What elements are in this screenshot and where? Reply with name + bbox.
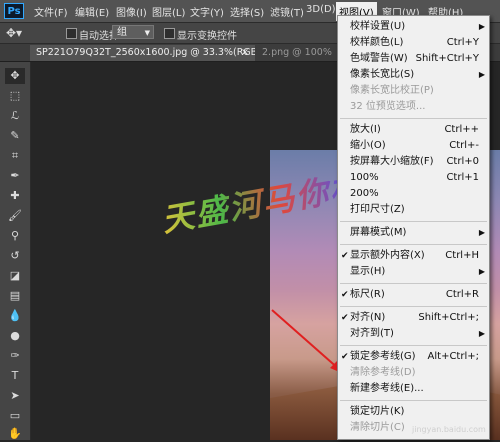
brush-tool-icon[interactable]: 🖌 — [5, 208, 25, 224]
menu-type[interactable]: 文字(Y) — [190, 4, 224, 19]
auto-select-dropdown[interactable]: 组 ▼ — [112, 25, 154, 39]
eyedropper-tool-icon[interactable]: ✒ — [5, 168, 25, 184]
submenu-arrow-icon: ▶ — [478, 22, 485, 31]
menu-file[interactable]: 文件(F) — [34, 4, 68, 19]
marquee-tool-icon[interactable]: ⬚ — [5, 88, 25, 104]
show-transform-checkbox[interactable] — [164, 28, 175, 39]
path-selection-tool-icon[interactable]: ➤ — [5, 388, 25, 404]
menu-layer[interactable]: 图层(L) — [152, 4, 185, 19]
menu-edit[interactable]: 编辑(E) — [75, 4, 109, 19]
menu-item-print-size[interactable]: 打印尺寸(Z) — [338, 202, 489, 218]
photoshop-logo: Ps — [4, 3, 24, 19]
checkmark-icon: ✔ — [341, 313, 349, 323]
menu-item-fit-on-screen[interactable]: 按屏幕大小缩放(F) Ctrl+0 — [338, 154, 489, 170]
menu-item-200-percent[interactable]: 200% — [338, 186, 489, 202]
show-transform-label: 显示变换控件 — [177, 31, 237, 42]
tab-second-document[interactable]: 2.png @ 100% — [262, 45, 342, 61]
healing-brush-tool-icon[interactable]: ✚ — [5, 188, 25, 204]
checkmark-icon: ✔ — [341, 352, 349, 362]
menu-separator — [340, 244, 487, 245]
menu-item-lock-guides[interactable]: ✔ 锁定参考线(G) Alt+Ctrl+; — [338, 349, 489, 365]
menu-item-pixel-aspect-correction: 像素长宽比校正(P) — [350, 85, 434, 96]
tools-panel: ✥ ⬚ ℒ ✎ ⌗ ✒ ✚ 🖌 ⚲ ↺ ◪ ▤ 💧 ● ✑ T ➤ ▭ ✋ — [0, 62, 31, 440]
menu-item-extras[interactable]: ✔ 显示额外内容(X) Ctrl+H — [338, 248, 489, 264]
footer-watermark: jingyan.baidu.com — [412, 425, 486, 434]
menu-item-proof-colors[interactable]: 校样颜色(L) Ctrl+Y — [338, 35, 489, 51]
menu-select[interactable]: 选择(S) — [230, 4, 264, 19]
menu-separator — [340, 400, 487, 401]
crop-tool-icon[interactable]: ⌗ — [5, 148, 25, 164]
chevron-down-icon: ▼ — [144, 29, 150, 37]
move-tool-preset-icon[interactable]: ✥▾ — [6, 26, 22, 40]
submenu-arrow-icon: ▶ — [478, 329, 485, 338]
menu-item-clear-guides: 清除参考线(D) — [350, 367, 416, 378]
submenu-arrow-icon: ▶ — [478, 228, 485, 237]
lasso-tool-icon[interactable]: ℒ — [5, 108, 25, 124]
menu-item-proof-setup[interactable]: 校样设置(U) ▶ — [338, 19, 489, 35]
menu-separator — [340, 306, 487, 307]
type-tool-icon[interactable]: T — [5, 368, 25, 384]
blur-tool-icon[interactable]: 💧 — [5, 308, 25, 324]
menu-item-zoom-in[interactable]: 放大(I) Ctrl++ — [338, 122, 489, 138]
menu-item-rulers[interactable]: ✔ 标尺(R) Ctrl+R — [338, 287, 489, 303]
checkmark-icon: ✔ — [341, 290, 349, 300]
menu-filter[interactable]: 滤镜(T) — [270, 4, 304, 19]
menu-image[interactable]: 图像(I) — [116, 4, 147, 19]
auto-select-value: 组 — [117, 27, 127, 38]
menu-separator — [340, 221, 487, 222]
menu-item-screen-mode[interactable]: 屏幕模式(M) ▶ — [338, 225, 489, 241]
gradient-tool-icon[interactable]: ▤ — [5, 288, 25, 304]
menu-item-32bit-preview: 32 位预览选项... — [350, 101, 426, 112]
menu-item-gamut-warning[interactable]: 色域警告(W) Shift+Ctrl+Y — [338, 51, 489, 67]
menu-item-snap[interactable]: ✔ 对齐(N) Shift+Ctrl+; — [338, 310, 489, 326]
menu-separator — [340, 283, 487, 284]
menu-3d[interactable]: 3D(D) — [306, 4, 336, 15]
pen-tool-icon[interactable]: ✑ — [5, 348, 25, 364]
menu-item-snap-to[interactable]: 对齐到(T) ▶ — [338, 326, 489, 342]
clone-stamp-tool-icon[interactable]: ⚲ — [5, 228, 25, 244]
quick-select-tool-icon[interactable]: ✎ — [5, 128, 25, 144]
submenu-arrow-icon: ▶ — [478, 267, 485, 276]
eraser-tool-icon[interactable]: ◪ — [5, 268, 25, 284]
menu-item-show[interactable]: 显示(H) ▶ — [338, 264, 489, 280]
menu-item-lock-slices[interactable]: 锁定切片(K) — [338, 404, 489, 420]
dodge-tool-icon[interactable]: ● — [5, 328, 25, 344]
close-icon[interactable]: × — [241, 45, 249, 61]
tab-active-document[interactable]: SP221O79Q32T_2560x1600.jpg @ 33.3%(RGB/8… — [30, 45, 255, 61]
history-brush-tool-icon[interactable]: ↺ — [5, 248, 25, 264]
menu-separator — [340, 118, 487, 119]
view-menu-dropdown: 校样设置(U) ▶ 校样颜色(L) Ctrl+Y 色域警告(W) Shift+Ctrl… — [337, 15, 490, 440]
menu-item-pixel-aspect-ratio[interactable]: 像素长宽比(S) ▶ — [338, 67, 489, 83]
tab-title: SP221O79Q32T_2560x1600.jpg @ 33.3%(RGB/8… — [36, 47, 255, 58]
auto-select-checkbox[interactable] — [66, 28, 77, 39]
menu-item-zoom-out[interactable]: 缩小(O) Ctrl+- — [338, 138, 489, 154]
move-tool-icon[interactable]: ✥ — [5, 68, 25, 84]
menu-item-new-guide[interactable]: 新建参考线(E)... — [338, 381, 489, 397]
submenu-arrow-icon: ▶ — [478, 70, 485, 79]
menu-item-100-percent[interactable]: 100% Ctrl+1 — [338, 170, 489, 186]
shape-tool-icon[interactable]: ▭ — [5, 408, 25, 424]
checkmark-icon: ✔ — [341, 251, 349, 261]
menu-separator — [340, 345, 487, 346]
